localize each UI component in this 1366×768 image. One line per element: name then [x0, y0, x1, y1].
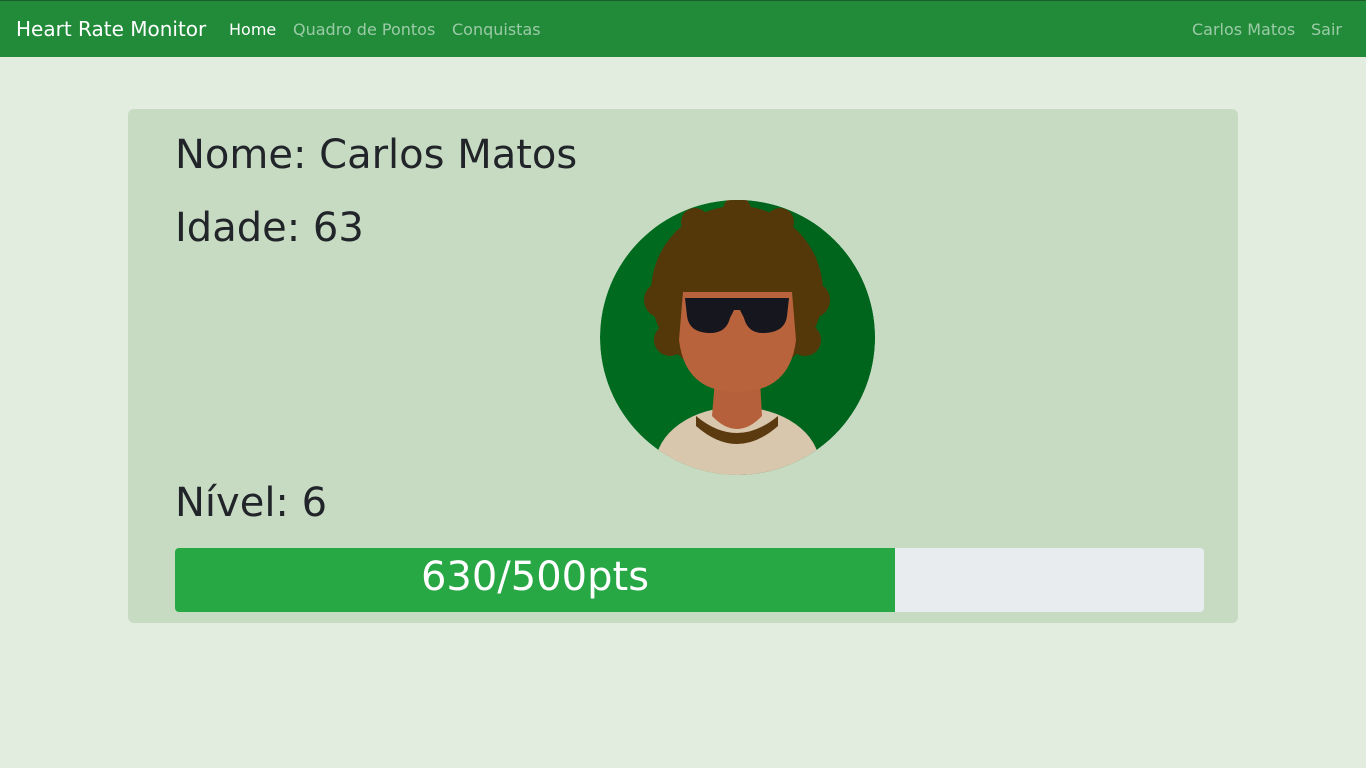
- navbar-brand[interactable]: Heart Rate Monitor: [16, 17, 206, 41]
- nav-link-home[interactable]: Home: [229, 20, 276, 39]
- profile-card: Nome: Carlos Matos Idade: 63 Nível: 6 63…: [128, 109, 1238, 623]
- nav-user-name[interactable]: Carlos Matos: [1192, 20, 1295, 39]
- progress-label: 630/500pts: [420, 554, 650, 600]
- logout-link[interactable]: Sair: [1311, 20, 1342, 39]
- nav-link-conquistas[interactable]: Conquistas: [452, 20, 541, 39]
- profile-age: Idade: 63: [175, 205, 364, 251]
- nav-link-quadro-de-pontos[interactable]: Quadro de Pontos: [293, 20, 435, 39]
- user-avatar-icon: [600, 200, 875, 475]
- profile-level: Nível: 6: [175, 480, 328, 526]
- top-navbar: Heart Rate Monitor Home Quadro de Pontos…: [0, 0, 1366, 57]
- points-progress-bar: 630/500pts: [175, 548, 1204, 612]
- profile-name: Nome: Carlos Matos: [175, 132, 578, 178]
